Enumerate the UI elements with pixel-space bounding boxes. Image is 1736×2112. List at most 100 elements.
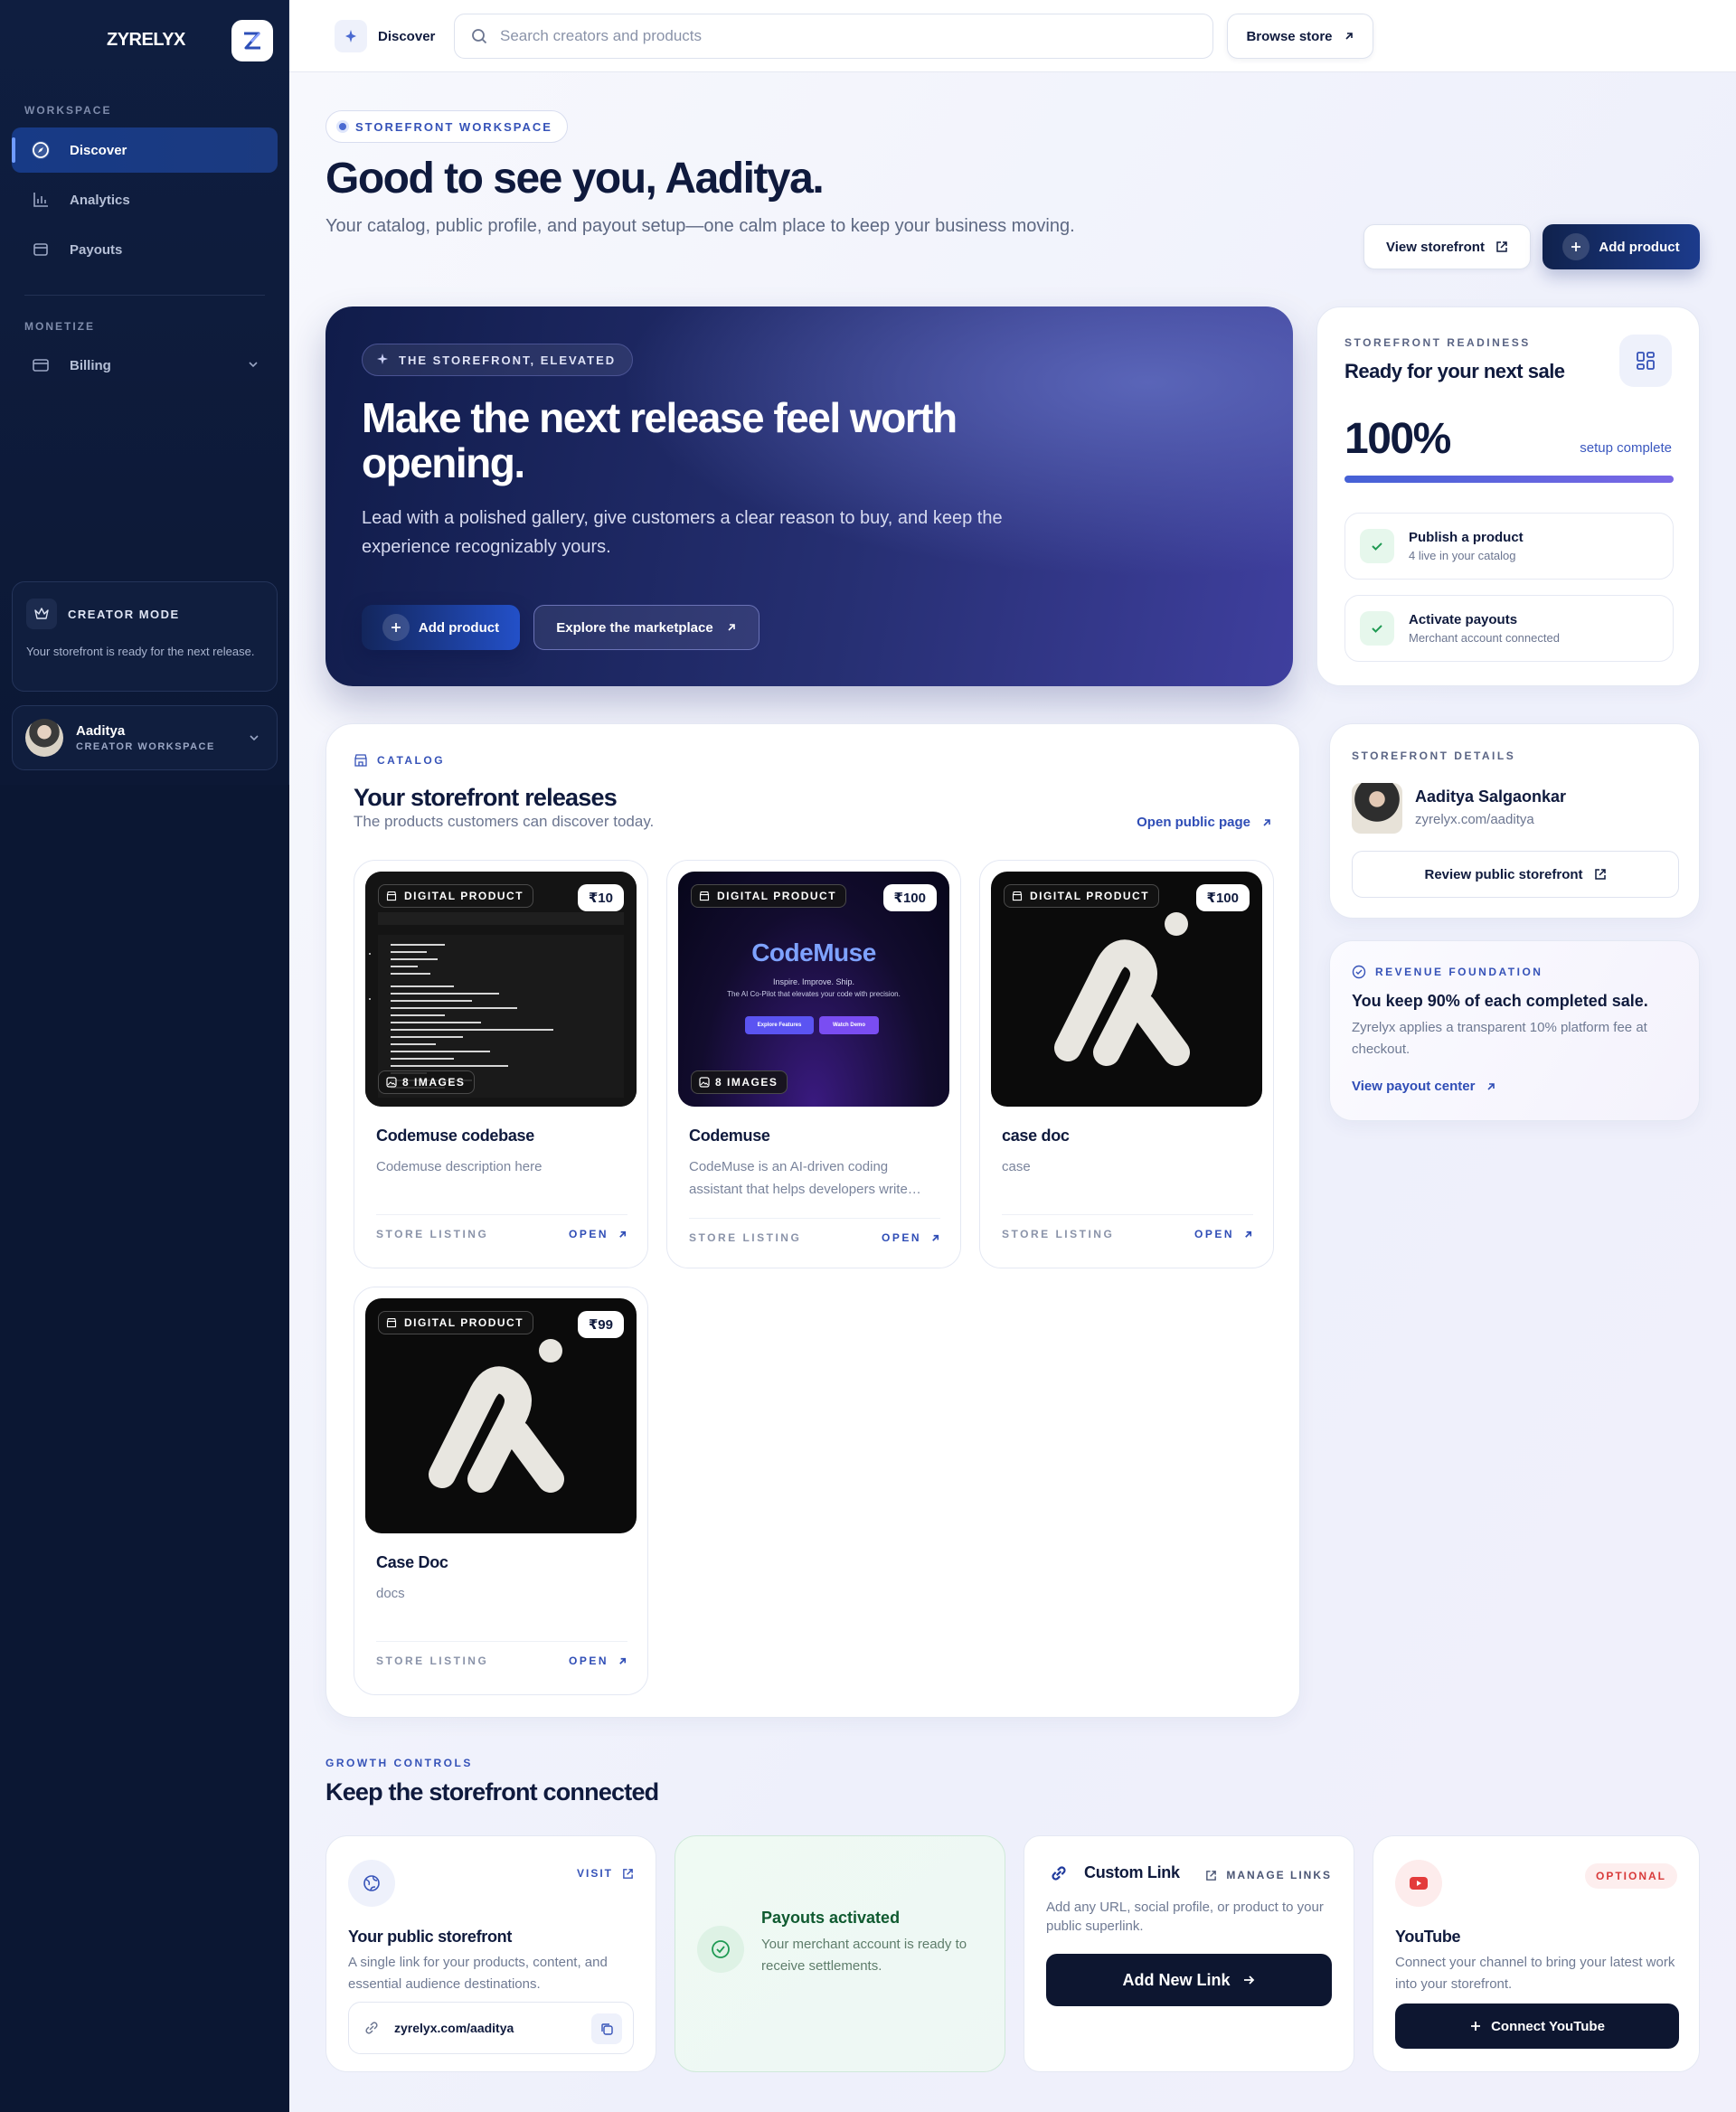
arrow-up-right-icon [1243,1230,1253,1240]
profile-photo [1352,783,1402,834]
growth-eyebrow: GROWTH CONTROLS [326,1757,473,1769]
chevron-down-icon [248,731,260,744]
youtube-card: OPTIONAL YouTube Connect your channel to… [1373,1835,1700,2072]
sidebar-item-discover[interactable]: Discover [12,127,278,173]
topbar-discover-label: Discover [378,28,436,44]
check-icon [1360,529,1394,563]
arrow-up-right-icon [1344,31,1354,42]
storefront-url: zyrelyx.com/aaditya [394,2021,514,2035]
product-tag: DIGITAL PRODUCT [378,884,534,908]
brand-logo[interactable]: ZYRELYX [107,30,185,51]
product-tag: DIGITAL PRODUCT [691,884,847,908]
external-link-icon [1594,868,1607,881]
product-tag-label: DIGITAL PRODUCT [1030,890,1150,902]
hero-banner: THE STOREFRONT, ELEVATED Make the next r… [326,306,1293,686]
revenue-eyebrow: REVENUE FOUNDATION [1352,965,1543,979]
details-name: Aaditya Salgaonkar [1415,787,1567,806]
open-label: OPEN [568,1228,609,1240]
hero-add-product-button[interactable]: Add product [362,605,520,650]
sidebar: ZYRELYX WORKSPACE Discover Analytics Pay… [0,0,289,2112]
revenue-card: REVENUE FOUNDATION You keep 90% of each … [1329,940,1700,1121]
revenue-title: You keep 90% of each completed sale. [1352,992,1648,1010]
product-card[interactable]: CodeMuse Inspire. Improve. Ship. The AI … [666,860,961,1268]
connect-youtube-button[interactable]: Connect YouTube [1395,2004,1679,2049]
explore-marketplace-label: Explore the marketplace [556,619,713,636]
explore-marketplace-button[interactable]: Explore the marketplace [533,605,760,650]
image-icon [699,1077,710,1088]
product-image-code[interactable]: DIGITAL PRODUCT ₹10 8 IMAGES [365,872,637,1107]
check-publish-product: Publish a product 4 live in your catalog [1344,513,1674,580]
view-storefront-button[interactable]: View storefront [1363,224,1531,269]
visit-link[interactable]: VISIT [577,1867,634,1880]
storefront-icon [386,891,397,901]
open-product-link[interactable]: OPEN [1194,1228,1253,1240]
open-product-link[interactable]: OPEN [569,1655,627,1667]
chevron-down-icon [247,358,259,371]
codemuse-demo-button: Watch Demo [819,1016,879,1034]
payouts-activated-card: Payouts activated Your merchant account … [675,1835,1005,2072]
product-tag: DIGITAL PRODUCT [378,1311,534,1334]
product-card[interactable]: DIGITAL PRODUCT ₹100 case doc case STORE… [979,860,1274,1268]
codemuse-explore-button: Explore Features [745,1016,814,1034]
arrow-up-right-icon [726,622,737,633]
sidebar-item-payouts[interactable]: Payouts [12,227,278,272]
product-price: ₹10 [577,884,624,911]
product-tag-label: DIGITAL PRODUCT [404,890,524,902]
add-new-link-button[interactable]: Add New Link [1046,1954,1332,2006]
product-card[interactable]: DIGITAL PRODUCT ₹99 Case Doc docs STORE … [354,1287,648,1695]
open-label: OPEN [881,1231,921,1244]
view-payout-center-link[interactable]: View payout center [1352,1079,1496,1094]
open-public-page-link[interactable]: Open public page [1137,815,1272,830]
youtube-text: Connect your channel to bring your lates… [1395,1955,1675,1992]
search-bar[interactable] [454,14,1213,59]
product-image-logo[interactable]: DIGITAL PRODUCT ₹99 [365,1298,637,1533]
brand-badge-icon[interactable] [231,20,273,61]
payouts-activated-text: Your merchant account is ready to receiv… [761,1937,967,1974]
product-description: case [1002,1159,1031,1174]
open-public-page-label: Open public page [1137,815,1250,830]
search-input[interactable] [500,27,1187,45]
product-image-codemuse[interactable]: CodeMuse Inspire. Improve. Ship. The AI … [678,872,949,1107]
user-menu[interactable]: Aaditya CREATOR WORKSPACE [12,705,278,770]
user-workspace: CREATOR WORKSPACE [76,741,215,752]
wallet-icon [30,239,52,260]
product-footer: STORE LISTING OPEN [376,1641,627,1667]
copy-icon[interactable] [591,2013,622,2044]
product-image-logo[interactable]: DIGITAL PRODUCT ₹100 [991,872,1262,1107]
hero-text: Lead with a polished gallery, give custo… [362,508,1003,557]
page-title: Good to see you, Aaditya. [326,155,825,203]
topbar-discover[interactable]: Discover [335,20,435,52]
growth-title: Keep the storefront connected [326,1778,659,1806]
image-count-tag: 8 IMAGES [378,1070,476,1094]
review-storefront-button[interactable]: Review public storefront [1352,851,1679,898]
product-card[interactable]: DIGITAL PRODUCT ₹10 8 IMAGES Codemuse co… [354,860,648,1268]
revenue-eyebrow-label: REVENUE FOUNDATION [1375,966,1543,978]
sparkle-icon [335,20,367,52]
browse-store-label: Browse store [1246,28,1333,44]
sidebar-item-analytics[interactable]: Analytics [12,177,278,222]
browse-store-button[interactable]: Browse store [1227,14,1373,59]
hero-pill: THE STOREFRONT, ELEVATED [362,344,634,376]
connect-youtube-label: Connect YouTube [1491,2018,1605,2034]
open-label: OPEN [568,1655,609,1667]
open-product-link[interactable]: OPEN [569,1228,627,1240]
add-product-button[interactable]: Add product [1543,224,1700,269]
details-url: zyrelyx.com/aaditya [1415,812,1534,827]
product-tag-label: DIGITAL PRODUCT [717,890,837,902]
view-payout-center-label: View payout center [1352,1079,1476,1094]
dot-icon [339,123,346,130]
custom-link-card: Custom Link MANAGE LINKS Add any URL, so… [1024,1835,1354,2072]
check-title: Publish a product [1409,530,1524,545]
manage-links-link[interactable]: MANAGE LINKS [1205,1869,1332,1881]
store-listing-label: STORE LISTING [376,1228,489,1240]
section-monetize: MONETIZE [24,320,95,333]
sidebar-item-label: Analytics [70,192,130,208]
sidebar-item-billing[interactable]: Billing [12,343,278,388]
external-link-icon [622,1868,634,1880]
link-icon [1050,1864,1068,1882]
open-product-link[interactable]: OPEN [882,1231,940,1244]
product-description: docs [376,1586,405,1601]
public-storefront-card: VISIT Your public storefront A single li… [326,1835,656,2072]
arrow-up-right-icon [1261,817,1272,828]
image-count-tag: 8 IMAGES [691,1070,788,1094]
